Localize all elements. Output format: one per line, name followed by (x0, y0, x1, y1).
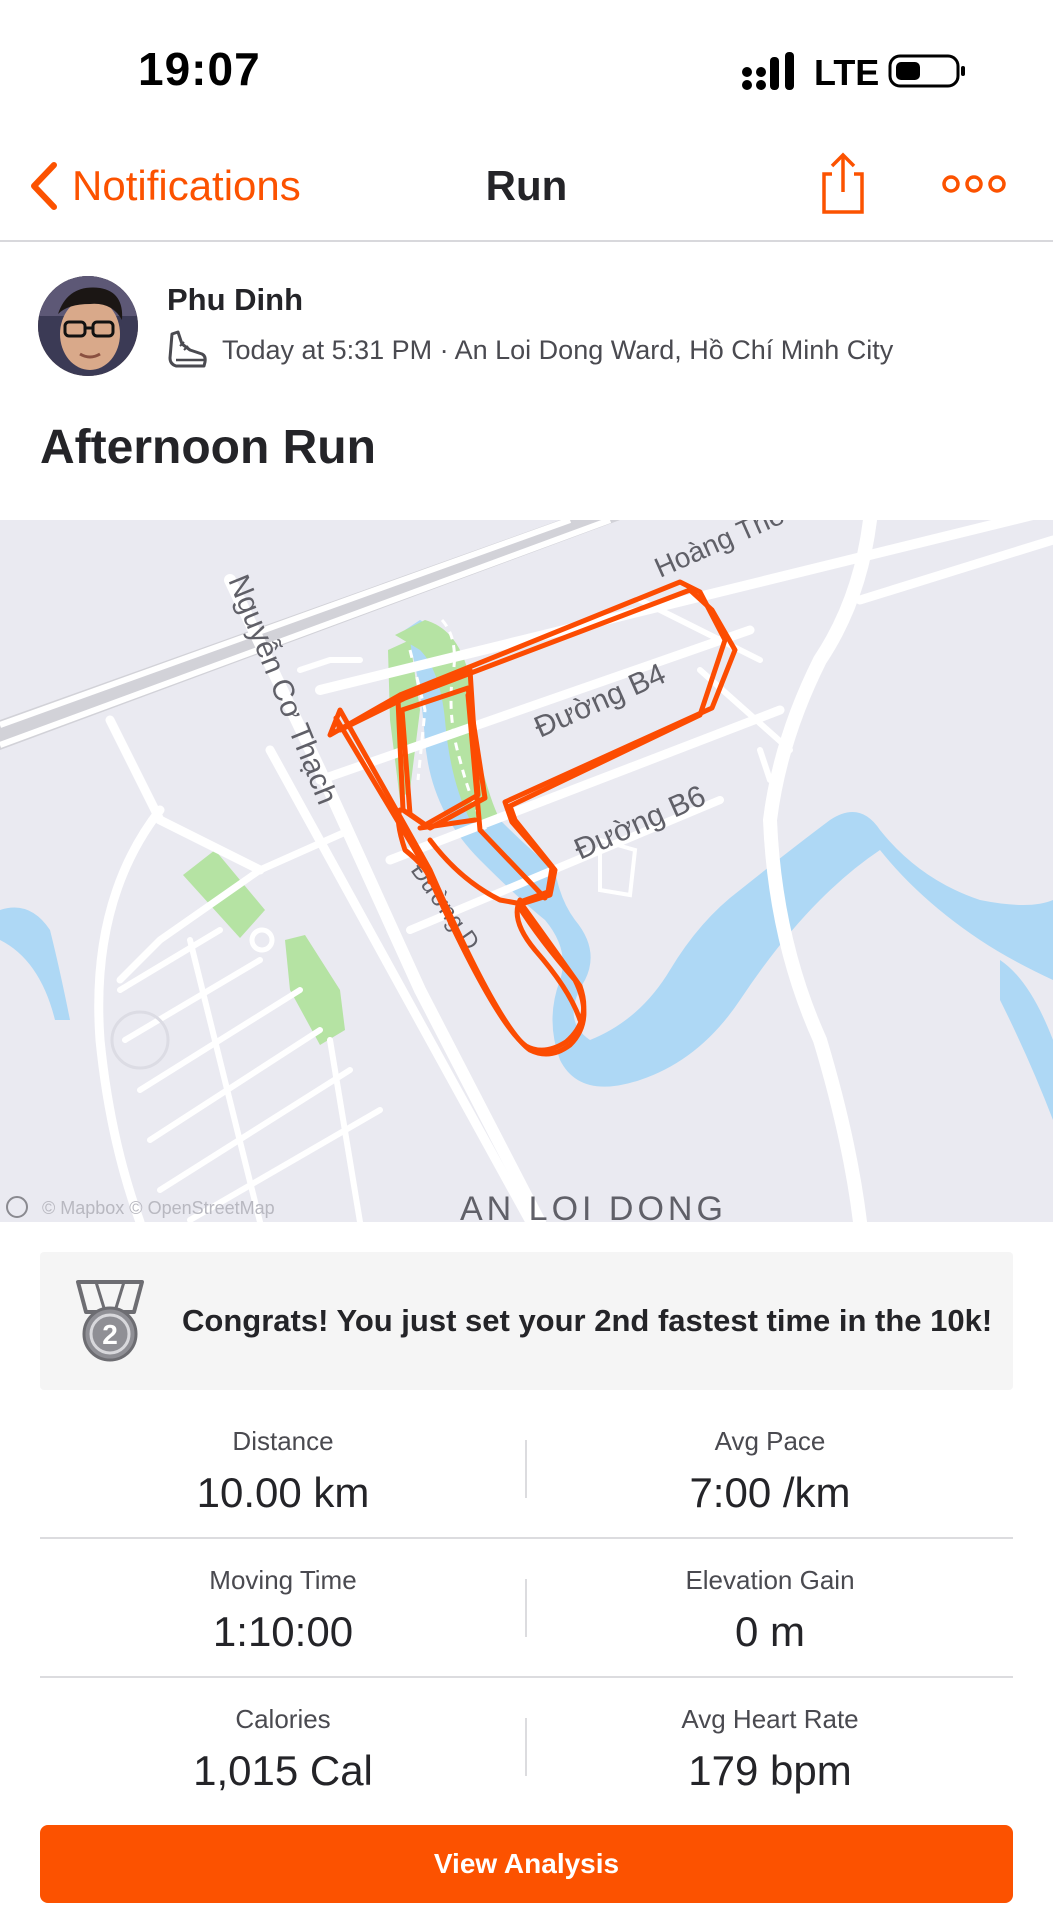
stat-label: Moving Time (209, 1565, 357, 1595)
stat-label: Calories (235, 1704, 331, 1734)
stat-label: Elevation Gain (685, 1565, 855, 1595)
stat-label: Avg Heart Rate (681, 1704, 859, 1734)
status-time: 19:07 (138, 43, 261, 95)
stat-value: 179 bpm (688, 1747, 852, 1794)
achievement-banner[interactable]: 2 Congrats! You just set your 2nd fastes… (40, 1252, 1013, 1390)
stat-value: 0 m (734, 1608, 805, 1655)
silver-medal-icon: 2 (76, 1280, 144, 1362)
view-analysis-button[interactable]: View Analysis (40, 1825, 1013, 1903)
stats-grid: Distance 10.00 km Avg Pace 7:00 /km Movi… (40, 1400, 1013, 1815)
avatar[interactable] (38, 276, 138, 376)
athlete-name[interactable]: Phu Dinh (167, 282, 303, 318)
stat-label: Avg Pace (714, 1426, 826, 1456)
activity-title: Afternoon Run (40, 421, 376, 474)
map-attribution: © Mapbox © OpenStreetMap (42, 1198, 275, 1218)
achievement-text: Congrats! You just set your 2nd fastest … (182, 1303, 993, 1338)
medal-rank: 2 (102, 1319, 118, 1350)
stat-row: Moving Time 1:10:00 Elevation Gain 0 m (40, 1539, 1013, 1678)
page-title: Run (485, 162, 568, 209)
stat-label: Distance (232, 1426, 334, 1456)
district-label: AN LOI DONG (460, 1190, 727, 1222)
shoe-icon (168, 330, 207, 368)
stat-avg-heart-rate: Avg Heart Rate 179 bpm (527, 1678, 1013, 1795)
activity-meta-text: Today at 5:31 PM · An Loi Dong Ward, Hồ … (222, 334, 894, 365)
stat-value: 1:10:00 (212, 1608, 354, 1655)
stat-value: 7:00 /km (689, 1469, 851, 1516)
map-canvas: Nguyễn Cơ Thạch Đường B4 Đường B6 Hoàng … (0, 520, 1053, 1222)
more-icon[interactable] (942, 170, 1006, 198)
battery-icon (888, 54, 965, 88)
stat-calories: Calories 1,015 Cal (40, 1678, 526, 1795)
share-icon[interactable] (820, 152, 866, 216)
stat-distance: Distance 10.00 km (40, 1400, 526, 1517)
stat-value: 1,015 Cal (193, 1747, 373, 1794)
stat-moving-time: Moving Time 1:10:00 (40, 1539, 526, 1656)
stat-avg-pace: Avg Pace 7:00 /km (527, 1400, 1013, 1517)
stat-elevation-gain: Elevation Gain 0 m (527, 1539, 1013, 1656)
activity-meta: Today at 5:31 PM · An Loi Dong Ward, Hồ … (166, 330, 893, 370)
stat-row: Calories 1,015 Cal Avg Heart Rate 179 bp… (40, 1678, 1013, 1815)
route-map[interactable]: Nguyễn Cơ Thạch Đường B4 Đường B6 Hoàng … (0, 520, 1053, 1222)
stat-row: Distance 10.00 km Avg Pace 7:00 /km (40, 1400, 1013, 1539)
network-label: LTE (814, 52, 880, 93)
stat-value: 10.00 km (196, 1469, 370, 1516)
